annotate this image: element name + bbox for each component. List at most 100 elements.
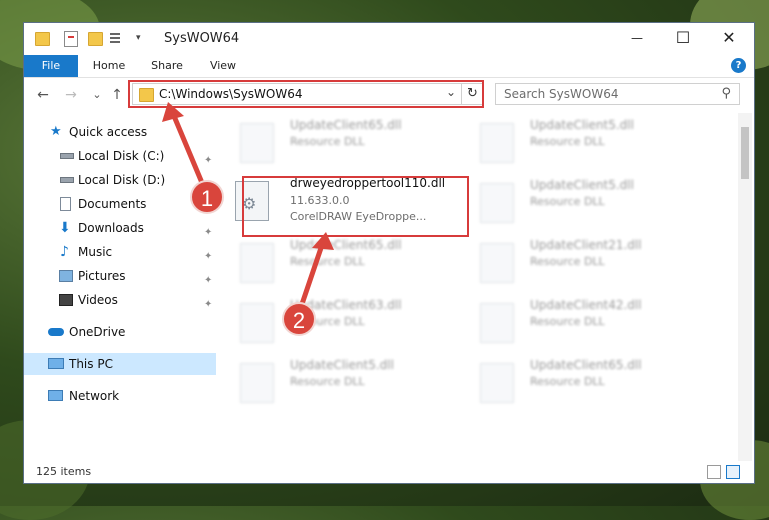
- sidebar-item-network[interactable]: Network: [24, 385, 216, 407]
- file-name: UpdateClient5.dll: [530, 118, 634, 132]
- help-icon[interactable]: ?: [731, 58, 746, 73]
- file-type: Resource DLL: [530, 315, 605, 328]
- pin-icon: ✦: [204, 155, 213, 166]
- sidebar-item-quick-access[interactable]: ★ Quick access: [24, 121, 216, 143]
- file-type: Resource DLL: [530, 135, 605, 148]
- dll-file-icon: [240, 243, 274, 283]
- ribbon-tabs: File Home Share View ?: [24, 55, 754, 78]
- file-item[interactable]: UpdateClient5.dll Resource DLL: [460, 175, 690, 231]
- drive-icon: [60, 153, 74, 159]
- up-button[interactable]: ↑: [108, 85, 126, 105]
- file-type: Resource DLL: [530, 255, 605, 268]
- file-name: UpdateClient65.dll: [290, 238, 402, 252]
- file-list: UpdateClient65.dll Resource DLL UpdateCl…: [220, 113, 734, 463]
- properties-icon[interactable]: [64, 31, 78, 47]
- music-icon: ♪: [60, 244, 69, 260]
- back-button[interactable]: ←: [34, 85, 52, 105]
- file-name: UpdateClient65.dll: [530, 358, 642, 372]
- file-name: UpdateClient42.dll: [530, 298, 642, 312]
- sidebar-item-label: Pictures: [78, 269, 126, 283]
- dll-file-icon: [480, 363, 514, 403]
- sidebar-item-label: This PC: [69, 357, 113, 371]
- sidebar-item-local-disk-d[interactable]: Local Disk (D:) ✦: [24, 169, 216, 191]
- close-button[interactable]: ✕: [706, 23, 752, 53]
- sidebar-item-music[interactable]: ♪ Music ✦: [24, 241, 216, 263]
- pictures-icon: [59, 270, 73, 282]
- folder-icon: [35, 32, 50, 46]
- address-highlight-box: [128, 80, 484, 108]
- details-view-icon[interactable]: [707, 465, 721, 479]
- star-icon: ★: [50, 124, 62, 139]
- sidebar-item-downloads[interactable]: ⬇ Downloads ✦: [24, 217, 216, 239]
- file-name: UpdateClient5.dll: [530, 178, 634, 192]
- forward-button[interactable]: →: [62, 85, 80, 105]
- sidebar-item-videos[interactable]: Videos ✦: [24, 289, 216, 311]
- search-input[interactable]: Search SysWOW64 ⚲: [495, 83, 740, 105]
- search-placeholder: Search SysWOW64: [504, 87, 619, 101]
- dll-file-icon: [480, 243, 514, 283]
- minimize-button[interactable]: —: [614, 23, 660, 53]
- sidebar-item-label: OneDrive: [69, 325, 126, 339]
- network-icon: [48, 390, 63, 401]
- sidebar-item-label: Quick access: [69, 125, 148, 139]
- file-highlight-box: [242, 176, 469, 237]
- file-item[interactable]: UpdateClient65.dll Resource DLL: [460, 355, 690, 411]
- computer-icon: [48, 358, 64, 369]
- window-title: SysWOW64: [164, 31, 240, 46]
- navigation-pane: ★ Quick access Local Disk (C:) ✦ Local D…: [24, 113, 220, 463]
- new-folder-icon[interactable]: [88, 32, 103, 46]
- videos-icon: [59, 294, 73, 306]
- step-2-badge: 2: [282, 302, 316, 336]
- file-item[interactable]: UpdateClient65.dll Resource DLL: [220, 235, 450, 291]
- tab-home[interactable]: Home: [86, 55, 132, 77]
- tab-view[interactable]: View: [200, 55, 246, 77]
- file-item[interactable]: UpdateClient5.dll Resource DLL: [220, 355, 450, 411]
- sidebar-item-label: Downloads: [78, 221, 144, 235]
- scroll-thumb[interactable]: [741, 127, 749, 179]
- vertical-scrollbar[interactable]: [738, 113, 752, 463]
- dll-file-icon: [240, 123, 274, 163]
- pin-icon: ✦: [204, 299, 213, 310]
- status-bar: 125 items: [24, 461, 754, 483]
- sidebar-item-documents[interactable]: Documents ✦: [24, 193, 216, 215]
- drive-icon: [60, 177, 74, 183]
- file-item[interactable]: UpdateClient42.dll Resource DLL: [460, 295, 690, 351]
- pin-icon: ✦: [204, 251, 213, 262]
- cloud-icon: [48, 328, 64, 336]
- file-type: Resource DLL: [530, 375, 605, 388]
- file-name: UpdateClient21.dll: [530, 238, 642, 252]
- sidebar-item-pictures[interactable]: Pictures ✦: [24, 265, 216, 287]
- tab-share[interactable]: Share: [144, 55, 190, 77]
- step-1-badge: 1: [190, 180, 224, 214]
- pin-icon: ✦: [204, 275, 213, 286]
- dll-file-icon: [480, 303, 514, 343]
- sidebar-item-label: Network: [69, 389, 120, 403]
- file-type: Resource DLL: [290, 255, 365, 268]
- dll-file-icon: [240, 303, 274, 343]
- documents-icon: [60, 197, 71, 211]
- tiles-view-icon[interactable]: [726, 465, 740, 479]
- maximize-button[interactable]: ☐: [660, 23, 706, 53]
- file-type: Resource DLL: [290, 135, 365, 148]
- recent-locations-button[interactable]: ⌄: [88, 85, 106, 105]
- file-item[interactable]: UpdateClient63.dll Resource DLL: [220, 295, 450, 351]
- chevron-down-icon[interactable]: ▾: [136, 33, 150, 49]
- file-name: UpdateClient65.dll: [290, 118, 402, 132]
- sidebar-item-label: Local Disk (C:): [78, 149, 165, 163]
- file-item[interactable]: UpdateClient5.dll Resource DLL: [460, 115, 690, 171]
- sidebar-item-label: Local Disk (D:): [78, 173, 166, 187]
- file-item[interactable]: UpdateClient21.dll Resource DLL: [460, 235, 690, 291]
- sidebar-item-this-pc[interactable]: This PC: [24, 353, 216, 375]
- sidebar-item-label: Videos: [78, 293, 118, 307]
- dll-file-icon: [240, 363, 274, 403]
- downloads-icon: ⬇: [59, 220, 71, 236]
- file-type: Resource DLL: [290, 375, 365, 388]
- sidebar-item-onedrive[interactable]: OneDrive: [24, 321, 216, 343]
- sidebar-item-local-disk-c[interactable]: Local Disk (C:) ✦: [24, 145, 216, 167]
- file-type: Resource DLL: [530, 195, 605, 208]
- sidebar-item-label: Music: [78, 245, 113, 259]
- dll-file-icon: [480, 123, 514, 163]
- customize-toolbar-icon[interactable]: [110, 31, 124, 47]
- file-item[interactable]: UpdateClient65.dll Resource DLL: [220, 115, 450, 171]
- tab-file[interactable]: File: [24, 55, 78, 77]
